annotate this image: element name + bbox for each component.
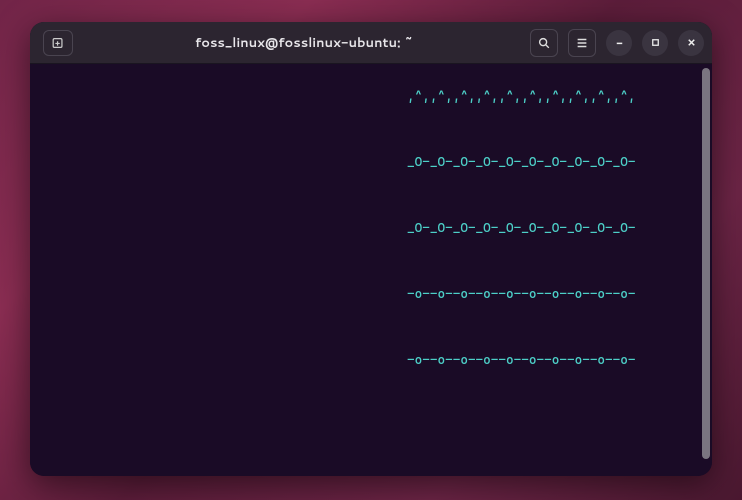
- menu-button[interactable]: [568, 29, 596, 57]
- minimize-button[interactable]: [606, 30, 632, 56]
- terminal-window: foss_linux@fosslinux-ubuntu: ~: [30, 22, 712, 476]
- terminal-body[interactable]: ,^,,^,,^,,^,,^,,^,,^,,^,,^,,^, _O-_O-_O-…: [30, 64, 712, 476]
- alien-row-5: -o--o--o--o--o--o--o--o--o--o-: [407, 353, 712, 370]
- close-button[interactable]: [678, 30, 704, 56]
- close-icon: [686, 37, 697, 48]
- hamburger-icon: [575, 36, 589, 50]
- titlebar: foss_linux@fosslinux-ubuntu: ~: [30, 22, 712, 64]
- titlebar-right: [530, 29, 704, 57]
- scrollbar[interactable]: [702, 68, 710, 459]
- maximize-button[interactable]: [642, 30, 668, 56]
- search-icon: [537, 36, 551, 50]
- minimize-icon: [614, 37, 625, 48]
- titlebar-left: [38, 30, 78, 56]
- game-screen: ,^,,^,,^,,^,,^,,^,,^,,^,,^,,^, _O-_O-_O-…: [30, 64, 712, 476]
- window-title: foss_linux@fosslinux-ubuntu: ~: [78, 34, 530, 52]
- search-button[interactable]: [530, 29, 558, 57]
- maximize-icon: [650, 37, 661, 48]
- alien-row-2: _O-_O-_O-_O-_O-_O-_O-_O-_O-_O-: [407, 155, 712, 172]
- new-tab-icon: [51, 36, 65, 50]
- alien-row-1: ,^,,^,,^,,^,,^,,^,,^,,^,,^,,^,: [407, 89, 712, 106]
- new-tab-button[interactable]: [43, 30, 73, 56]
- alien-row-3: _O-_O-_O-_O-_O-_O-_O-_O-_O-_O-: [407, 221, 712, 238]
- alien-row-4: -o--o--o--o--o--o--o--o--o--o-: [407, 287, 712, 304]
